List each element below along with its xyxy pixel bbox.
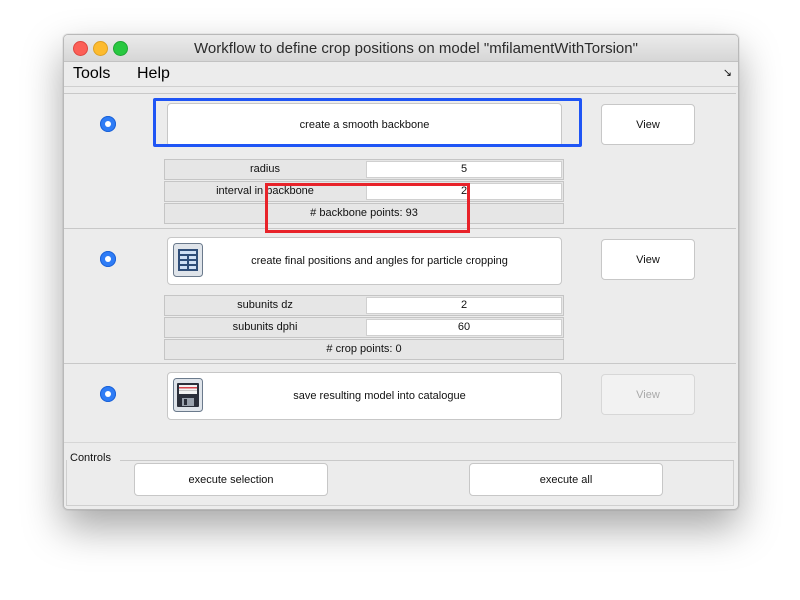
view-backbone-label: View — [636, 118, 660, 131]
param-input-radius[interactable]: 5 — [366, 161, 562, 178]
save-model-label: save resulting model into catalogue — [293, 390, 466, 402]
crop-info-row: # crop points: 0 — [164, 339, 564, 360]
step-select-radio-backbone[interactable] — [100, 116, 116, 132]
view-save-button: View — [601, 374, 695, 415]
step-panel-positions: create final positions and angles for pa… — [64, 228, 736, 364]
param-label-subunits-dphi: subunits dphi — [232, 321, 298, 333]
execute-selection-button[interactable]: execute selection — [134, 463, 328, 496]
execute-all-button[interactable]: execute all — [469, 463, 663, 496]
crop-points-count: # crop points: 0 — [326, 343, 402, 355]
view-positions-button[interactable]: View — [601, 239, 695, 280]
view-save-label: View — [636, 388, 660, 401]
selection-highlight-box — [153, 98, 582, 147]
param-label-subunits-dz: subunits dz — [237, 299, 293, 311]
menu-tools[interactable]: Tools — [73, 65, 110, 83]
controls-divider — [120, 460, 734, 461]
create-positions-button[interactable]: create final positions and angles for pa… — [167, 237, 562, 285]
create-positions-label: create final positions and angles for pa… — [251, 255, 508, 267]
param-row-subunits-dz: subunits dz 2 — [164, 295, 564, 316]
menu-bar: Tools Help ↘ — [64, 62, 738, 87]
execute-all-label: execute all — [539, 473, 593, 486]
view-backbone-button[interactable]: View — [601, 104, 695, 145]
param-row-radius: radius 5 — [164, 159, 564, 180]
controls-label: Controls — [70, 452, 115, 464]
title-bar: Workflow to define crop positions on mod… — [64, 35, 738, 62]
param-label-radius: radius — [250, 163, 280, 175]
resize-arrow-icon[interactable]: ↘ — [723, 66, 732, 79]
param-row-subunits-dphi: subunits dphi 60 — [164, 317, 564, 338]
view-positions-label: View — [636, 253, 660, 266]
step-select-radio-positions[interactable] — [100, 251, 116, 267]
save-model-button[interactable]: save resulting model into catalogue — [167, 372, 562, 420]
execute-selection-label: execute selection — [188, 473, 274, 486]
param-input-subunits-dz[interactable]: 2 — [366, 297, 562, 314]
annotation-highlight-box — [265, 183, 470, 233]
param-input-subunits-dphi[interactable]: 60 — [366, 319, 562, 336]
step-select-radio-save[interactable] — [100, 386, 116, 402]
menu-help[interactable]: Help — [137, 65, 170, 83]
window-title: Workflow to define crop positions on mod… — [194, 40, 638, 57]
step-panel-save: save resulting model into catalogue View — [64, 363, 736, 443]
controls-group: Controls execute selection execute all — [64, 444, 736, 508]
